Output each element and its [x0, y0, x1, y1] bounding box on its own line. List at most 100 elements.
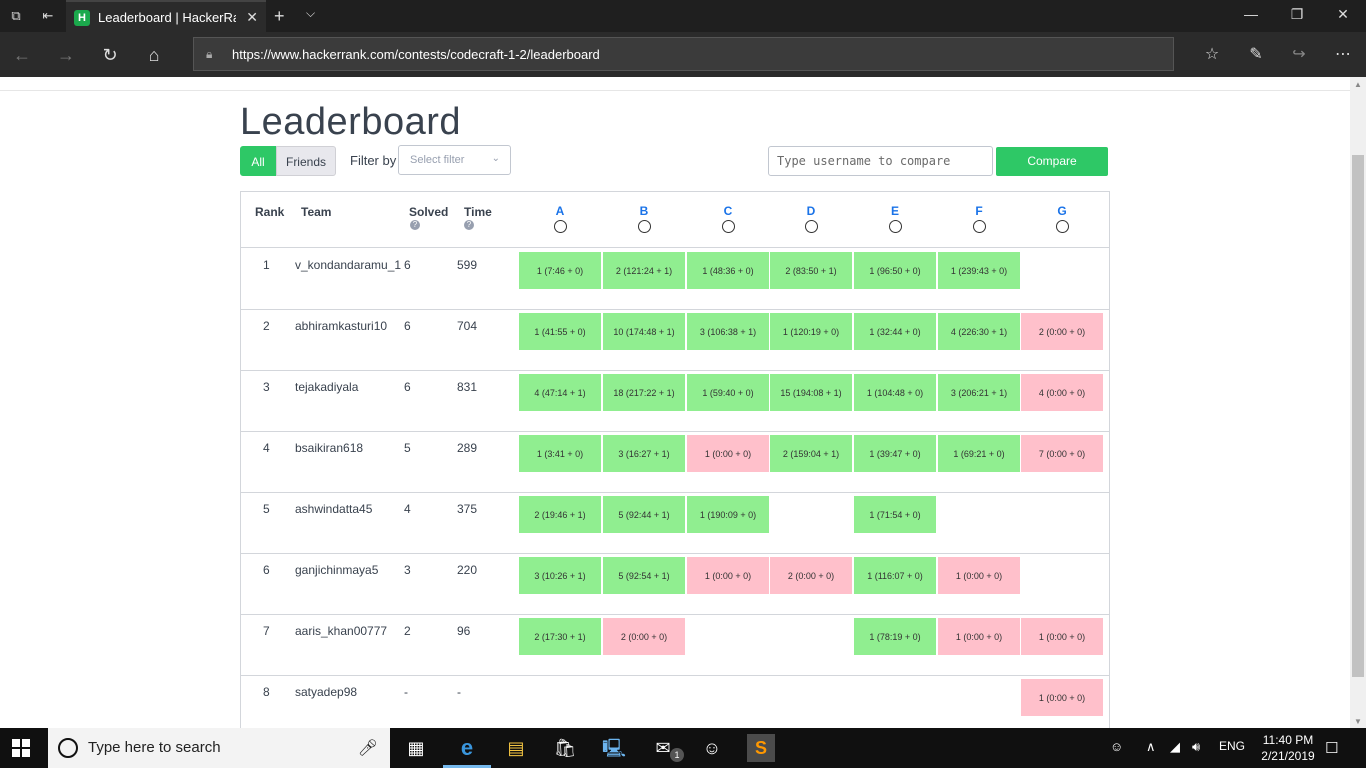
- challenge-radio-d[interactable]: [804, 220, 818, 233]
- score-cell: 2 (121:24 + 1): [603, 252, 685, 290]
- edge-icon[interactable]: e: [453, 734, 481, 762]
- solved-help-icon[interactable]: ?: [410, 220, 420, 230]
- challenge-radio-f[interactable]: [972, 220, 986, 233]
- new-tab-icon[interactable]: +: [274, 6, 285, 27]
- solved-cell: -: [404, 685, 408, 699]
- time-help-icon[interactable]: ?: [464, 220, 474, 230]
- challenge-radio-c[interactable]: [721, 220, 735, 233]
- rank-cell: 8: [263, 685, 270, 699]
- browser-titlebar: ⧉ ⇤ H Leaderboard | HackerRank ✕ + ⌵ — ❐…: [0, 0, 1366, 32]
- challenge-column-b: B: [634, 204, 654, 233]
- score-cell: 1 (0:00 + 0): [938, 557, 1020, 595]
- back-icon[interactable]: ←: [10, 44, 34, 66]
- minimize-icon[interactable]: —: [1228, 6, 1274, 22]
- home-icon[interactable]: ⌂: [142, 44, 166, 66]
- close-window-icon[interactable]: ✕: [1320, 6, 1366, 23]
- team-cell[interactable]: abhiramkasturi10: [295, 319, 387, 333]
- restore-icon[interactable]: ❐: [1274, 6, 1320, 23]
- taskbar-clock[interactable]: 11:40 PM 2/21/2019: [1258, 732, 1318, 764]
- tabs-aside-icon[interactable]: ⇤: [40, 8, 56, 24]
- lock-icon: 🔒︎: [206, 47, 213, 61]
- tab-list-chevron-icon[interactable]: ⌵: [306, 6, 315, 21]
- challenge-link-e[interactable]: E: [885, 204, 905, 218]
- challenge-link-c[interactable]: C: [718, 204, 738, 218]
- web-note-icon[interactable]: ✎: [1244, 44, 1268, 64]
- challenge-link-b[interactable]: B: [634, 204, 654, 218]
- time-cell: 704: [457, 319, 478, 333]
- rank-cell: 2: [263, 319, 270, 333]
- microphone-icon[interactable]: 🎤︎: [358, 738, 378, 758]
- team-cell[interactable]: satyadep98: [295, 685, 357, 699]
- score-cell: 1 (0:00 + 0): [1021, 618, 1103, 656]
- sublime-text-icon[interactable]: S: [747, 734, 775, 762]
- score-cell: 2 (0:00 + 0): [770, 557, 852, 595]
- compare-username-input[interactable]: [768, 146, 993, 176]
- filter-friends-button[interactable]: Friends: [276, 146, 336, 176]
- scroll-up-icon[interactable]: ▲: [1354, 80, 1362, 89]
- score-cell: 3 (10:26 + 1): [519, 557, 601, 595]
- task-view-icon[interactable]: ▦: [402, 734, 430, 762]
- team-cell[interactable]: ashwindatta45: [295, 502, 372, 516]
- scroll-thumb[interactable]: [1352, 155, 1364, 677]
- solved-cell: 5: [404, 441, 411, 455]
- score-cell: 2 (159:04 + 1): [770, 435, 852, 473]
- score-cell: 1 (78:19 + 0): [854, 618, 936, 656]
- score-cell: 1 (116:07 + 0): [854, 557, 936, 595]
- score-cell: 1 (71:54 + 0): [854, 496, 936, 534]
- refresh-icon[interactable]: ↻: [98, 44, 122, 66]
- close-tab-icon[interactable]: ✕: [246, 9, 258, 26]
- language-indicator[interactable]: ENG: [1219, 739, 1245, 753]
- score-cell: 1 (32:44 + 0): [854, 313, 936, 351]
- score-cell: 3 (16:27 + 1): [603, 435, 685, 473]
- windows-start-icon[interactable]: [12, 739, 30, 757]
- people-icon[interactable]: ☺: [1110, 739, 1123, 754]
- challenge-radio-a[interactable]: [553, 220, 567, 233]
- favorites-icon[interactable]: ☆: [1200, 44, 1224, 64]
- team-cell[interactable]: bsaikiran618: [295, 441, 363, 455]
- page-content: Leaderboard All Friends Filter by Select…: [0, 77, 1350, 728]
- rank-cell: 5: [263, 502, 270, 516]
- this-pc-icon[interactable]: 🖳︎: [600, 734, 628, 762]
- score-cell: 1 (69:21 + 0): [938, 435, 1020, 473]
- forward-icon[interactable]: →: [54, 44, 78, 66]
- challenge-link-g[interactable]: G: [1052, 204, 1072, 218]
- challenge-link-a[interactable]: A: [550, 204, 570, 218]
- page-scrollbar[interactable]: ▲ ▼: [1350, 77, 1366, 728]
- challenge-radio-e[interactable]: [888, 220, 902, 233]
- challenge-link-f[interactable]: F: [969, 204, 989, 218]
- table-row: 3 tejakadiyala 6 831 4 (47:14 + 1) 18 (217:22…: [241, 371, 1109, 432]
- filter-select[interactable]: Select filter ⌄: [398, 145, 511, 175]
- network-icon[interactable]: ◢: [1170, 739, 1180, 755]
- more-icon[interactable]: ⋯: [1331, 44, 1355, 64]
- score-cell: 5 (92:54 + 1): [603, 557, 685, 595]
- taskbar-search[interactable]: Type here to search 🎤︎: [48, 728, 390, 768]
- tab-manager-icon[interactable]: ⧉: [8, 8, 24, 24]
- clock-date: 2/21/2019: [1261, 749, 1315, 763]
- store-icon[interactable]: 🛍︎: [551, 734, 579, 762]
- filter-all-button[interactable]: All: [240, 146, 276, 176]
- time-cell: 220: [457, 563, 478, 577]
- share-icon[interactable]: ↪: [1287, 44, 1311, 64]
- compare-button[interactable]: Compare: [996, 147, 1108, 176]
- show-hidden-icons-chevron-icon[interactable]: ∧: [1146, 739, 1156, 755]
- scroll-down-icon[interactable]: ▼: [1354, 717, 1362, 726]
- volume-icon[interactable]: 🔊︎: [1192, 739, 1200, 755]
- taskbar-search-placeholder: Type here to search: [88, 739, 221, 756]
- score-cell: 4 (0:00 + 0): [1021, 374, 1103, 412]
- challenge-radio-b[interactable]: [637, 220, 651, 233]
- score-cell: 3 (106:38 + 1): [687, 313, 769, 351]
- team-cell[interactable]: aaris_khan00777: [295, 624, 387, 638]
- challenge-radio-g[interactable]: [1055, 220, 1069, 233]
- team-cell[interactable]: v_kondandaramu_1: [295, 258, 401, 272]
- team-cell[interactable]: ganjichinmaya5: [295, 563, 378, 577]
- challenge-link-d[interactable]: D: [801, 204, 821, 218]
- score-cell: 1 (0:00 + 0): [687, 557, 769, 595]
- team-cell[interactable]: tejakadiyala: [295, 380, 358, 394]
- notifications-icon[interactable]: ☐: [1325, 739, 1338, 757]
- table-row: 8 satyadep98 - - 1 (0:00 + 0): [241, 676, 1109, 728]
- score-cell: 7 (0:00 + 0): [1021, 435, 1103, 473]
- address-bar[interactable]: 🔒︎ https://www.hackerrank.com/contests/c…: [193, 37, 1174, 71]
- discord-icon[interactable]: ☺: [698, 734, 726, 762]
- file-explorer-icon[interactable]: ▤: [502, 734, 530, 762]
- browser-tab[interactable]: H Leaderboard | HackerRank ✕: [66, 0, 266, 32]
